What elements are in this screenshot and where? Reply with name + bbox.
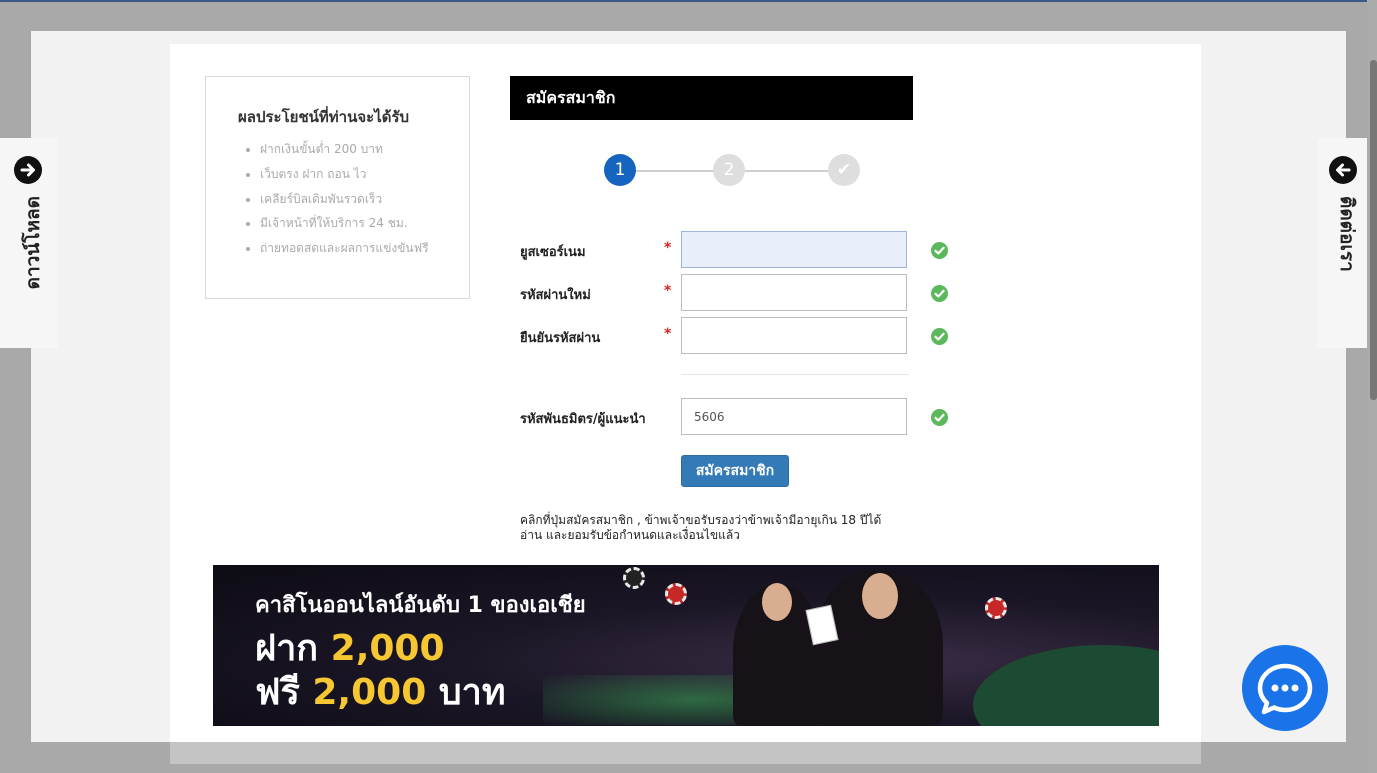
- banner-casino-table: [973, 645, 1159, 726]
- banner-headline: คาสิโนออนไลน์อันดับ 1 ของเอเชีย: [255, 593, 586, 618]
- step-connector: [744, 170, 836, 172]
- step-connector: [636, 170, 720, 172]
- arrow-right-circle-icon: [14, 156, 42, 184]
- benefit-item: เว็บตรง ฝาก ถอน ไว: [260, 162, 429, 187]
- banner-chip: [623, 567, 645, 589]
- check-circle-icon: [931, 328, 948, 345]
- new-password-input[interactable]: [681, 274, 907, 311]
- confirm-password-input[interactable]: [681, 317, 907, 354]
- promo-banner[interactable]: คาสิโนออนไลน์อันดับ 1 ของเอเชีย ฝาก 2,00…: [213, 565, 1159, 726]
- download-side-tab[interactable]: ดาวน์โหลด: [0, 138, 58, 348]
- register-submit-button[interactable]: สมัครสมาชิก: [681, 455, 789, 487]
- benefit-item: เคลียร์บิลเดิมพันรวดเร็ว: [260, 187, 429, 212]
- check-circle-icon: [931, 242, 948, 259]
- register-header: สมัครสมาชิก: [510, 76, 913, 120]
- banner-free-prefix: ฟรี: [255, 672, 300, 713]
- step-complete-indicator: ✔: [828, 154, 860, 186]
- required-mark: *: [664, 326, 672, 342]
- banner-free-amount: 2,000: [312, 672, 427, 713]
- benefits-title: ผลประโยชน์ที่ท่านจะได้รับ: [238, 108, 410, 126]
- new-password-label: รหัสผ่านใหม่: [520, 288, 591, 303]
- chat-button[interactable]: [1242, 645, 1328, 731]
- contact-label: ติดต่อเรา: [1336, 196, 1358, 272]
- benefit-item: ถ่ายทอดสดและผลการแข่งขันฟรี: [260, 236, 429, 261]
- content-bottom-strip: [170, 742, 1201, 764]
- username-label: ยูสเซอร์เนม: [520, 245, 586, 260]
- terms-text: คลิกที่ปุ่มสมัครสมาชิก , ข้าพเจ้าขอรับรอ…: [520, 513, 900, 543]
- form-divider: [681, 374, 909, 375]
- username-input[interactable]: [681, 231, 907, 268]
- referral-label: รหัสพันธมิตร/ผู้แนะนำ: [520, 412, 646, 427]
- top-border: [0, 0, 1377, 2]
- step-1-indicator: 1: [604, 154, 636, 186]
- arrow-left-circle-icon: [1329, 156, 1357, 184]
- confirm-password-label: ยืนยันรหัสผ่าน: [520, 331, 601, 346]
- banner-chip: [985, 597, 1007, 619]
- benefit-item: มีเจ้าหน้าที่ให้บริการ 24 ชม.: [260, 211, 429, 236]
- banner-free-line: ฟรี 2,000 บาท: [255, 663, 506, 720]
- banner-free-suffix: บาท: [438, 672, 506, 713]
- chat-bubble-icon: [1257, 663, 1313, 715]
- benefits-box: ผลประโยชน์ที่ท่านจะได้รับ ฝากเงินขั้นต่ำ…: [205, 76, 470, 299]
- required-mark: *: [664, 240, 672, 256]
- step-2-indicator: 2: [713, 154, 745, 186]
- banner-chip: [665, 583, 687, 605]
- referral-input[interactable]: [681, 398, 907, 435]
- download-label: ดาวน์โหลด: [22, 196, 44, 290]
- benefits-list: ฝากเงินขั้นต่ำ 200 บาท เว็บตรง ฝาก ถอน ไ…: [244, 137, 429, 261]
- banner-dealer-face: [762, 583, 792, 621]
- scrollbar-thumb[interactable]: [1370, 60, 1377, 400]
- benefit-item: ฝากเงินขั้นต่ำ 200 บาท: [260, 137, 429, 162]
- terms-line: อ่าน และยอมรับข้อกำหนดและเงื่อนไขแล้ว: [520, 528, 740, 542]
- required-mark: *: [664, 283, 672, 299]
- check-circle-icon: [931, 285, 948, 302]
- check-circle-icon: [931, 409, 948, 426]
- banner-dealer-face: [862, 573, 898, 619]
- terms-line: คลิกที่ปุ่มสมัครสมาชิก , ข้าพเจ้าขอรับรอ…: [520, 513, 882, 527]
